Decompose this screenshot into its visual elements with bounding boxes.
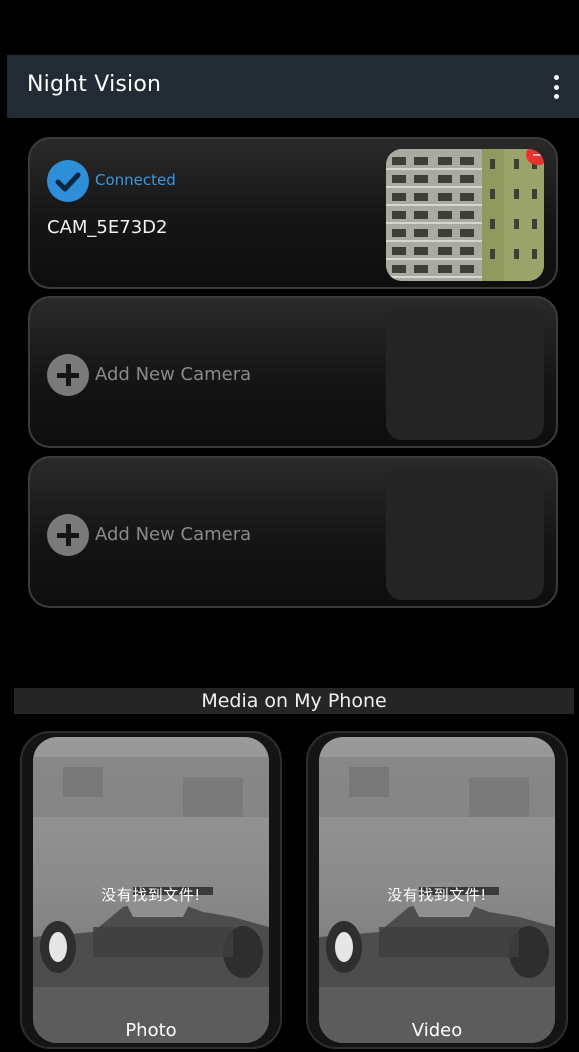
app-title: Night Vision [27, 72, 162, 97]
connection-status: Connected [95, 171, 176, 189]
app-bar: Night Vision [7, 55, 579, 118]
overflow-menu-icon[interactable] [551, 75, 561, 99]
video-tile-background: 没有找到文件! Video [319, 737, 555, 1043]
video-gallery-tile[interactable]: 没有找到文件! Video [306, 731, 568, 1049]
video-label: Video [411, 1020, 463, 1041]
add-camera-label: Add New Camera [95, 524, 252, 545]
add-camera-card[interactable]: Add New Camera [28, 456, 558, 608]
photo-label: Photo [125, 1020, 177, 1041]
camera-preview-thumbnail[interactable] [386, 149, 544, 281]
empty-preview-slot [386, 468, 544, 600]
add-camera-card[interactable]: Add New Camera [28, 296, 558, 448]
camera-name: CAM_5E73D2 [47, 217, 168, 238]
media-section-header: Media on My Phone [14, 688, 574, 714]
add-circle-icon [47, 514, 89, 556]
check-circle-icon [47, 160, 89, 202]
empty-state-message: 没有找到文件! [101, 886, 201, 904]
empty-state-message: 没有找到文件! [387, 886, 487, 904]
add-camera-label: Add New Camera [95, 364, 252, 385]
camera-card-connected[interactable]: Connected CAM_5E73D2 [28, 137, 558, 289]
empty-preview-slot [386, 308, 544, 440]
photo-tile-background: 没有找到文件! Photo [33, 737, 269, 1043]
building-preview-image [386, 149, 544, 281]
status-bar [0, 0, 579, 55]
add-circle-icon [47, 354, 89, 396]
photo-gallery-tile[interactable]: 没有找到文件! Photo [20, 731, 282, 1049]
